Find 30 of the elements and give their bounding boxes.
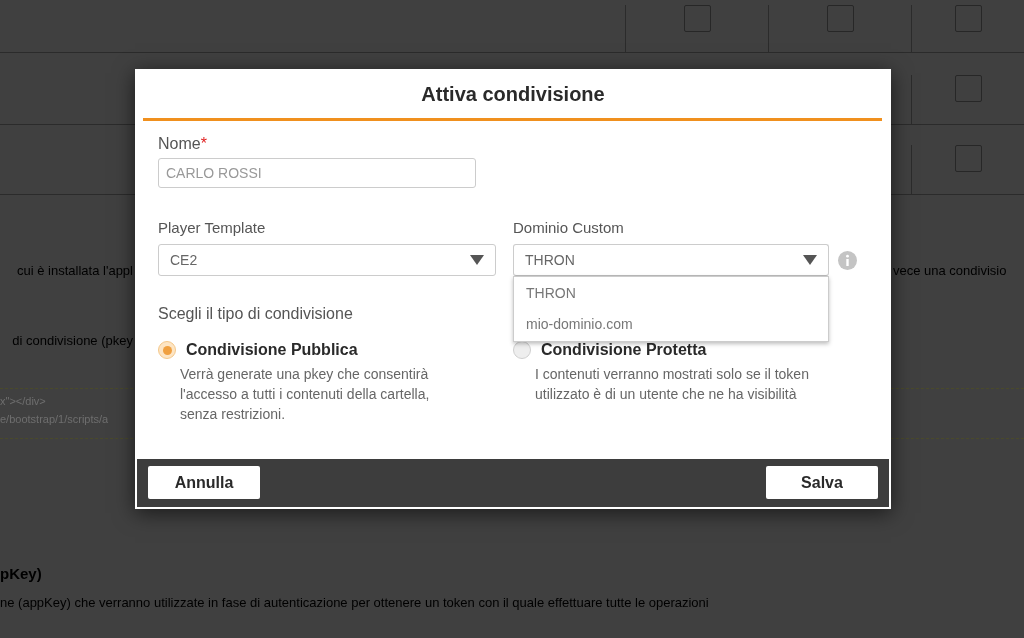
- checkbox[interactable]: [954, 5, 982, 32]
- radio-button[interactable]: [158, 341, 176, 359]
- field-label: Player Template: [158, 219, 267, 237]
- button[interactable]: Salva: [766, 466, 878, 499]
- field-label: Nome*: [158, 134, 208, 154]
- dropdown-option[interactable]: THRON: [514, 278, 828, 309]
- caret-icon: [803, 255, 817, 265]
- heading: pKey): [0, 564, 42, 584]
- body-text: vece una condivisio: [893, 262, 1007, 281]
- dropdown[interactable]: THRON: [513, 244, 829, 276]
- description-text: I contenuti verranno mostrati solo se il token utilizzato è di un utente che ne ha visibilità: [535, 365, 810, 404]
- body-text: ne (appKey) che verranno utilizzate in fase di autenticazione per ottenere un token con il quale effettuare tutte le operazioni: [0, 594, 709, 612]
- checkbox[interactable]: [954, 145, 982, 172]
- dialog-title: Attiva condivisione: [421, 81, 605, 107]
- description-text: Verrà generate una pkey che consentirà l'accesso a tutti i contenuti della cartella, senza restrizioni.: [180, 365, 431, 424]
- body-text: cui è installata l'appl: [17, 262, 133, 281]
- radio-label: Condivisione Pubblica: [186, 340, 358, 360]
- dropdown-option[interactable]: mio-dominio.com: [514, 309, 828, 340]
- input-field[interactable]: CARLO ROSSI: [158, 158, 476, 188]
- dropdown[interactable]: CE2: [158, 244, 496, 276]
- button[interactable]: Annulla: [148, 466, 260, 499]
- checkbox[interactable]: [826, 5, 854, 32]
- section-label: Scegli il tipo di condivisione: [158, 304, 353, 324]
- info-icon[interactable]: [838, 250, 857, 270]
- checkbox[interactable]: [954, 75, 982, 102]
- field-label: Dominio Custom: [513, 219, 625, 237]
- radio-label: Condivisione Protetta: [541, 340, 707, 360]
- body-text: di condivisione (pkey: [12, 332, 133, 351]
- checkbox[interactable]: [683, 5, 711, 32]
- caret-icon: [470, 255, 484, 265]
